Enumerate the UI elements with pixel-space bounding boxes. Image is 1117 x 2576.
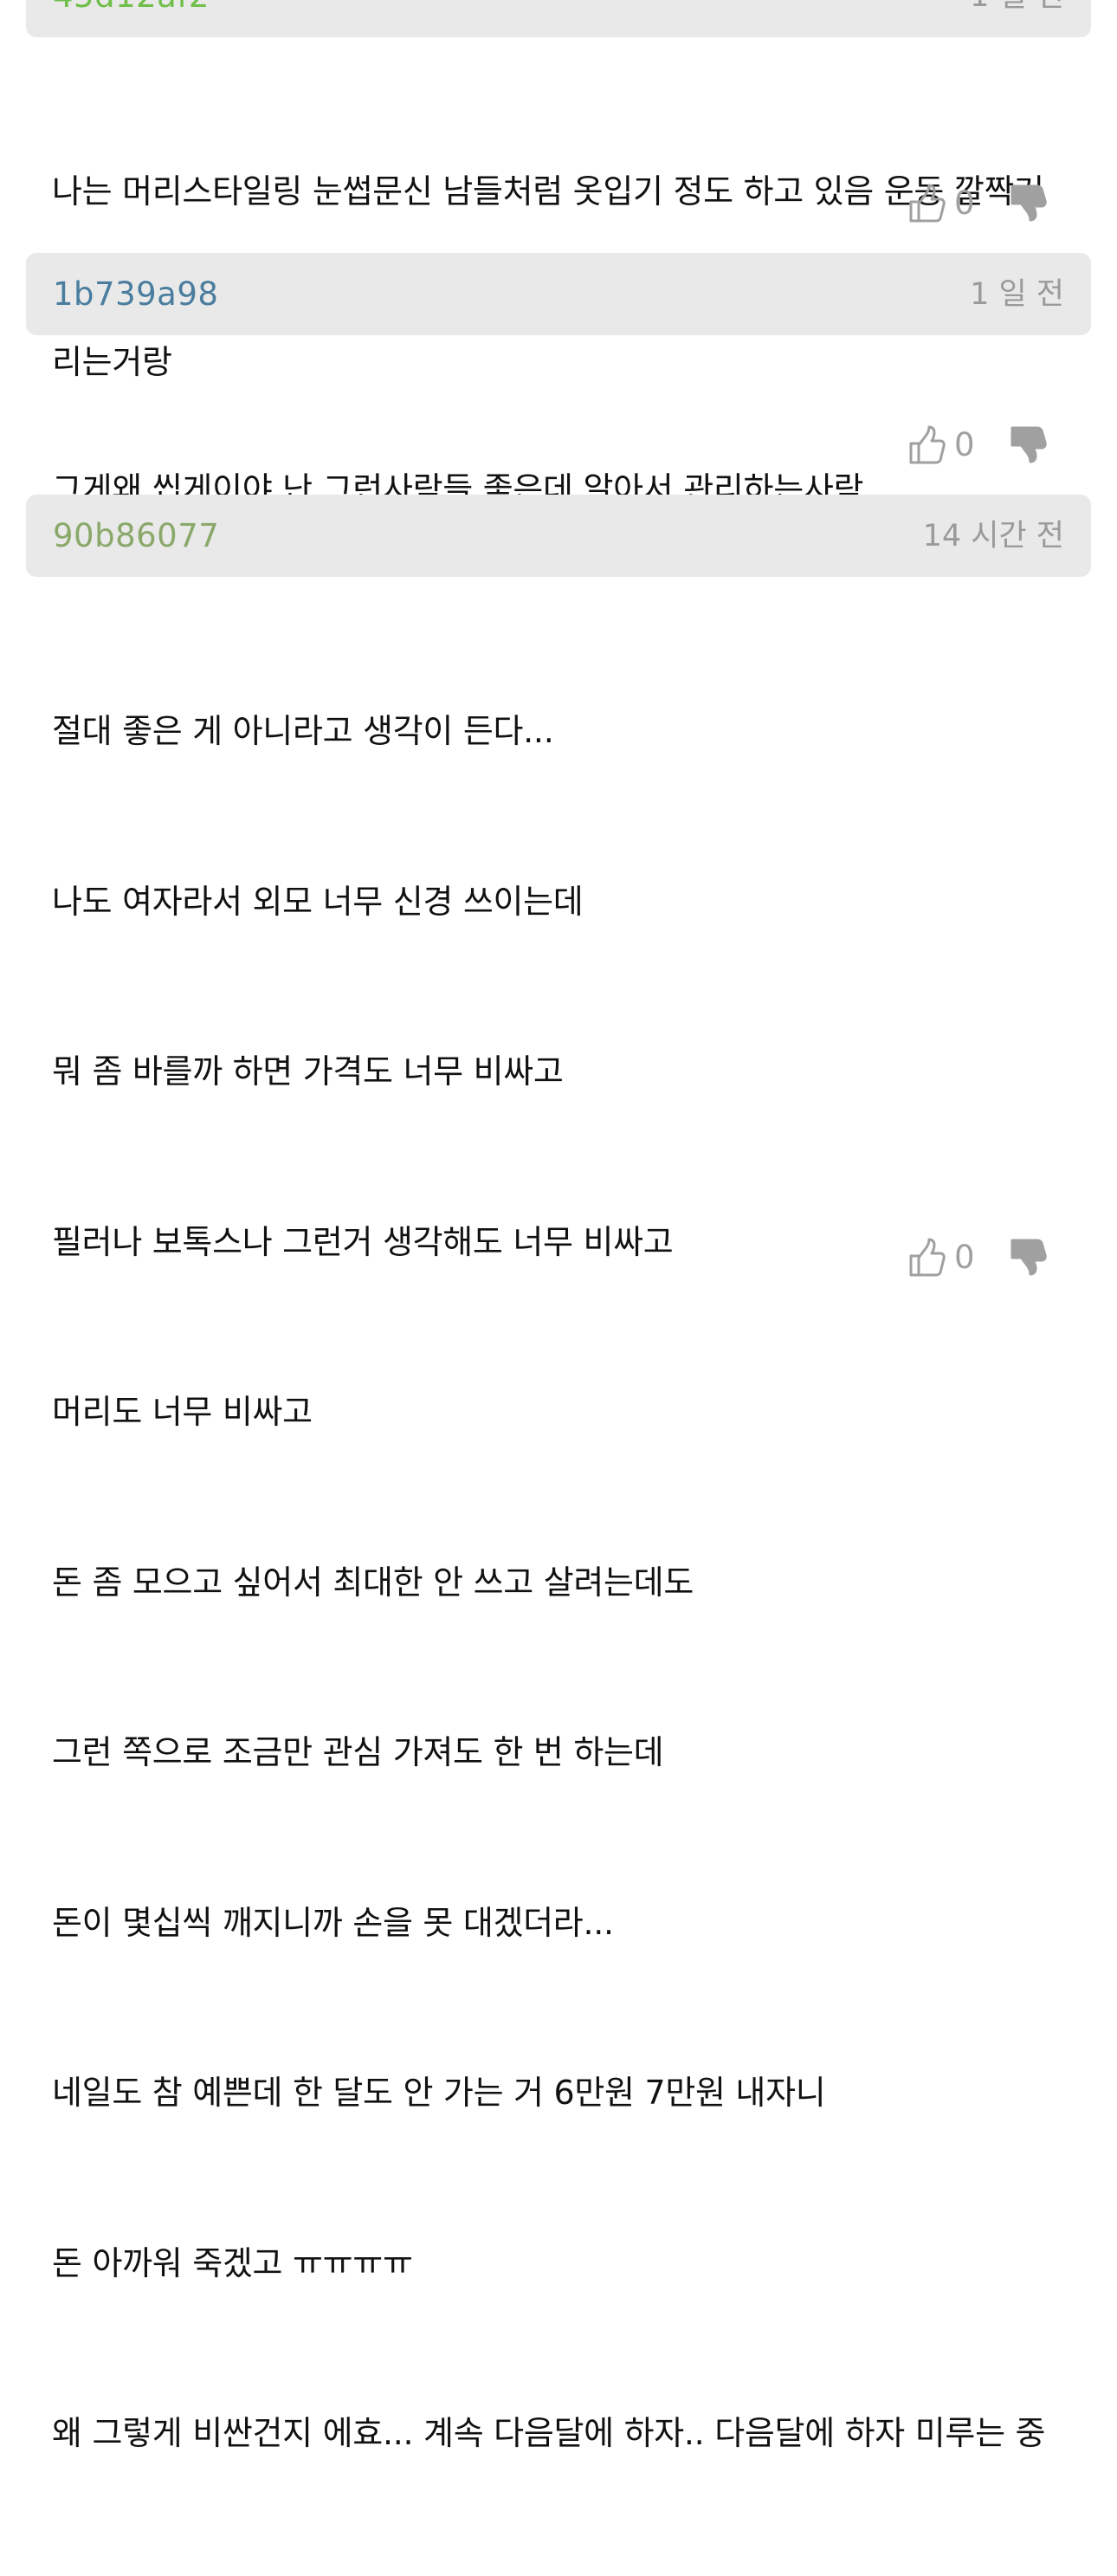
comment-text-line: 뭐 좀 바를까 하면 가격도 너무 비싸고	[52, 1052, 564, 1091]
comment-text-line: 왜 그렇게 비싼건지 에효... 계속 다음달에 하자.. 다음달에 하자 미루…	[52, 2414, 1046, 2452]
comment-header: 90b86077 14 시간 전	[26, 495, 1091, 577]
like-count: 0	[954, 426, 975, 463]
comment-header: 45d12af2 1 일 전	[26, 0, 1091, 37]
comment-text-line: 머리도 너무 비싸고	[52, 1393, 313, 1431]
thumbs-down-icon[interactable]	[1009, 183, 1047, 224]
thumbs-up-icon[interactable]	[907, 1237, 946, 1278]
vote-bar: 0	[907, 1237, 1081, 1280]
comment-text-line: 돈 좀 모으고 싶어서 최대한 안 쓰고 살려는데도	[52, 1563, 694, 1602]
comment-text: 절대 좋은 게 아니라고 생각이 든다... 나도 여자라서 외모 너무 신경 …	[52, 590, 1091, 2576]
comment-author[interactable]: 1b739a98	[53, 277, 218, 312]
like-count: 0	[954, 1239, 975, 1276]
comment-text-line: 네일도 참 예쁜데 한 달도 안 가는 거 6만원 7만원 내자니	[52, 2074, 826, 2112]
comment-header: 1b739a98 1 일 전	[26, 253, 1091, 335]
comment-text-line: 그런 쪽으로 조금만 관심 가져도 한 번 하는데	[52, 1733, 664, 1771]
thumbs-down-icon[interactable]	[1009, 424, 1047, 466]
vote-bar: 0	[907, 424, 1081, 468]
comment-time: 1 일 전	[970, 0, 1064, 14]
like-count: 0	[954, 184, 975, 222]
thumbs-up-icon[interactable]	[907, 424, 946, 466]
comment-text-line: 돈 아까워 죽겠고 ㅠㅠㅠㅠ	[52, 2243, 413, 2282]
comment-author[interactable]: 90b86077	[53, 519, 219, 553]
comment-time: 1 일 전	[970, 277, 1064, 312]
comment-time: 14 시간 전	[922, 519, 1064, 553]
comment-text-line: 나도 여자라서 외모 너무 신경 쓰이는데	[52, 882, 584, 921]
comment-author[interactable]: 45d12af2	[53, 0, 210, 14]
thumbs-down-icon[interactable]	[1009, 1237, 1047, 1278]
vote-bar: 0	[907, 183, 1081, 226]
comment-text-line: 돈이 몇십씩 깨지니까 손을 못 대겠더라...	[52, 1903, 614, 1942]
thumbs-up-icon[interactable]	[907, 183, 946, 224]
comment-text-line: 절대 좋은 게 아니라고 생각이 든다...	[52, 712, 554, 750]
